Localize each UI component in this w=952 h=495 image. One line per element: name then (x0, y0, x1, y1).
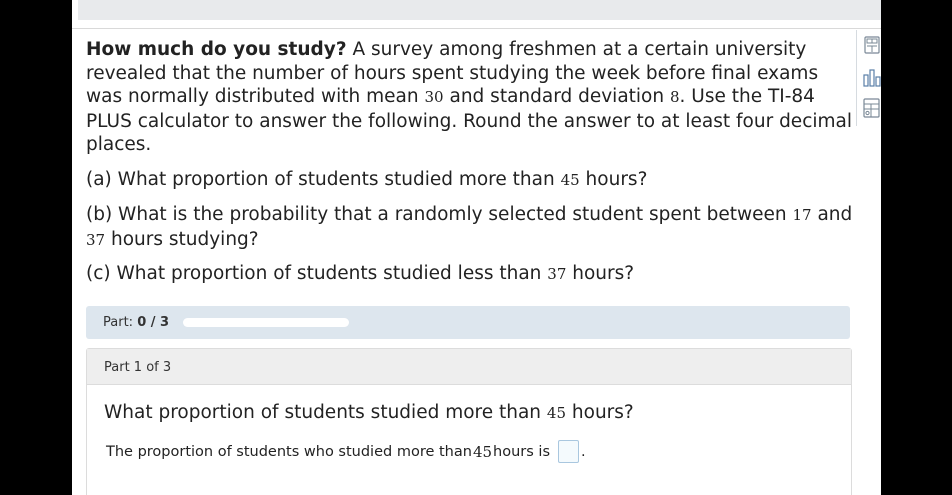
answer-number: 45 (472, 442, 493, 461)
question-text: (b) What is the probability that a rando… (86, 204, 793, 225)
progress-panel: Part: 0 / 3 (86, 306, 850, 339)
part-question-text: hours? (566, 402, 634, 423)
question-text: hours? (566, 263, 635, 284)
progress-label-text: Part: (103, 315, 138, 330)
answer-input[interactable] (558, 440, 580, 463)
progress-value: 0 / 3 (137, 315, 170, 330)
question-text: (a) What proportion of students studied … (86, 169, 561, 190)
data-table-icon[interactable] (863, 98, 881, 118)
top-bar (78, 0, 881, 20)
part-question: What proportion of students studied more… (104, 402, 634, 423)
answer-line: The proportion of students who studied m… (106, 440, 586, 463)
part-header: Part 1 of 3 (87, 349, 851, 385)
progress-bar (183, 318, 349, 327)
question-c: (c) What proportion of students studied … (86, 262, 856, 287)
question-number: 37 (547, 265, 567, 283)
question-text: and (811, 204, 853, 225)
sd-value: 8 (669, 88, 680, 106)
part-title: Part 1 of 3 (104, 360, 172, 375)
answer-prompt: hours is (493, 443, 551, 460)
part-question-number: 45 (546, 404, 567, 422)
problem-title: How much do you study? (86, 39, 347, 60)
question-number: 37 (86, 230, 106, 249)
question-a: (a) What proportion of students studied … (86, 168, 856, 193)
question-b: (b) What is the probability that a rando… (86, 203, 856, 252)
chart-icon[interactable] (863, 67, 881, 87)
side-toolbar (856, 30, 881, 126)
calculator-icon[interactable] (863, 36, 881, 56)
question-number: 45 (560, 171, 580, 189)
problem-page: How much do you study? A survey among fr… (72, 0, 881, 495)
divider (72, 28, 881, 29)
question-text: hours studying? (105, 228, 259, 250)
question-number: 17 (792, 206, 812, 224)
answer-period: . (581, 443, 586, 460)
answer-prompt: The proportion of students who studied m… (106, 443, 472, 460)
question-text: hours? (579, 169, 648, 190)
part-panel: Part 1 of 3 What proportion of students … (86, 348, 852, 495)
problem-text: and standard deviation (443, 86, 670, 107)
question-text: (c) What proportion of students studied … (86, 263, 548, 284)
progress-label: Part: 0 / 3 (103, 315, 169, 330)
part-question-text: What proportion of students studied more… (104, 402, 547, 423)
problem-statement: How much do you study? A survey among fr… (86, 38, 856, 157)
mean-value: 30 (424, 88, 444, 106)
